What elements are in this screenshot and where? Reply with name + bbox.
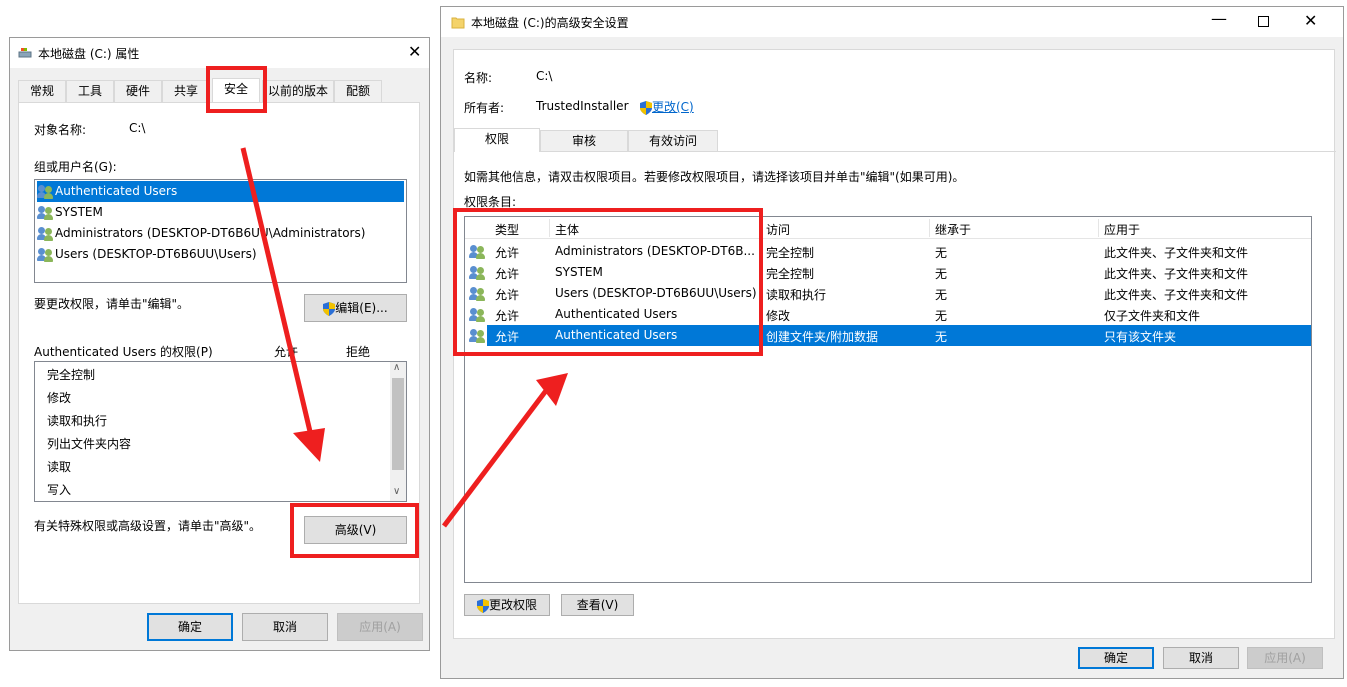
arrow-annotation <box>240 147 568 528</box>
